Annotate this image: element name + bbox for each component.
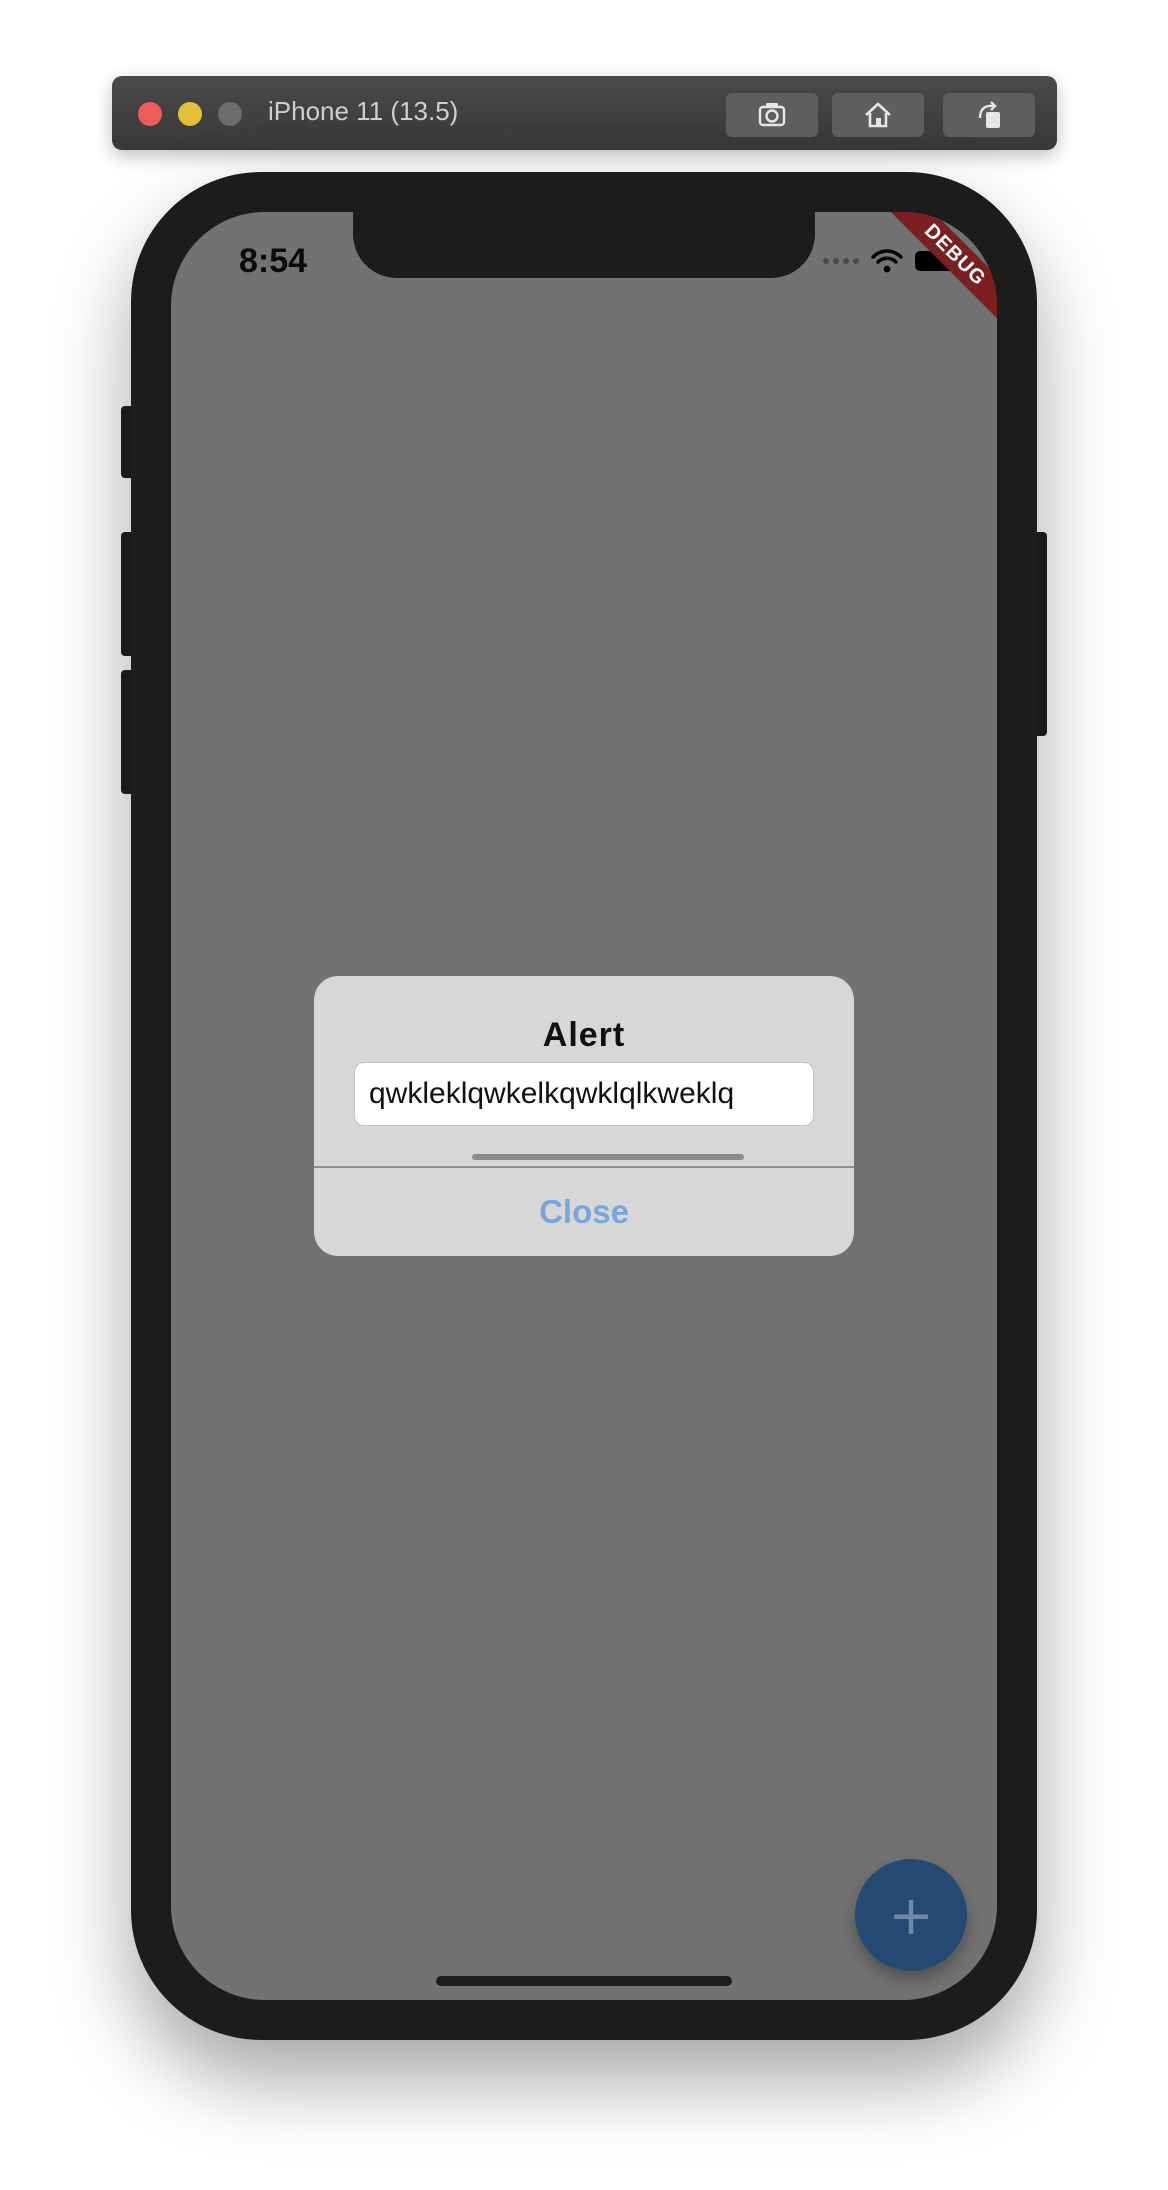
signal-icon bbox=[823, 258, 859, 264]
close-window-button[interactable] bbox=[138, 102, 162, 126]
plus-icon: + bbox=[888, 1883, 934, 1947]
camera-icon bbox=[758, 103, 786, 127]
add-fab-button[interactable]: + bbox=[855, 1859, 967, 1971]
alert-scrollbar[interactable] bbox=[472, 1154, 744, 1160]
zoom-window-button[interactable] bbox=[218, 102, 242, 126]
rotate-button[interactable] bbox=[943, 93, 1035, 137]
home-indicator[interactable] bbox=[436, 1976, 732, 1986]
debug-banner: DEBUG bbox=[873, 212, 997, 337]
close-button[interactable]: Close bbox=[314, 1168, 854, 1256]
home-icon bbox=[865, 102, 891, 128]
alert-dialog: Alert Close bbox=[314, 976, 854, 1256]
iphone-device-frame: 8:54 DEBUG Alert Close + bbox=[131, 172, 1037, 2040]
wifi-icon bbox=[871, 249, 903, 273]
app-screen: 8:54 DEBUG Alert Close + bbox=[171, 212, 997, 2000]
simulator-title-bar: iPhone 11 (13.5) bbox=[112, 76, 1057, 150]
home-button[interactable] bbox=[832, 93, 924, 137]
simulator-title: iPhone 11 (13.5) bbox=[268, 96, 459, 126]
notch bbox=[353, 212, 815, 278]
rotate-icon bbox=[978, 101, 1000, 128]
alert-text-field[interactable] bbox=[354, 1062, 814, 1126]
minimize-window-button[interactable] bbox=[178, 102, 202, 126]
screenshot-button[interactable] bbox=[726, 93, 818, 137]
alert-title: Alert bbox=[542, 1016, 626, 1054]
status-time: 8:54 bbox=[239, 242, 308, 280]
